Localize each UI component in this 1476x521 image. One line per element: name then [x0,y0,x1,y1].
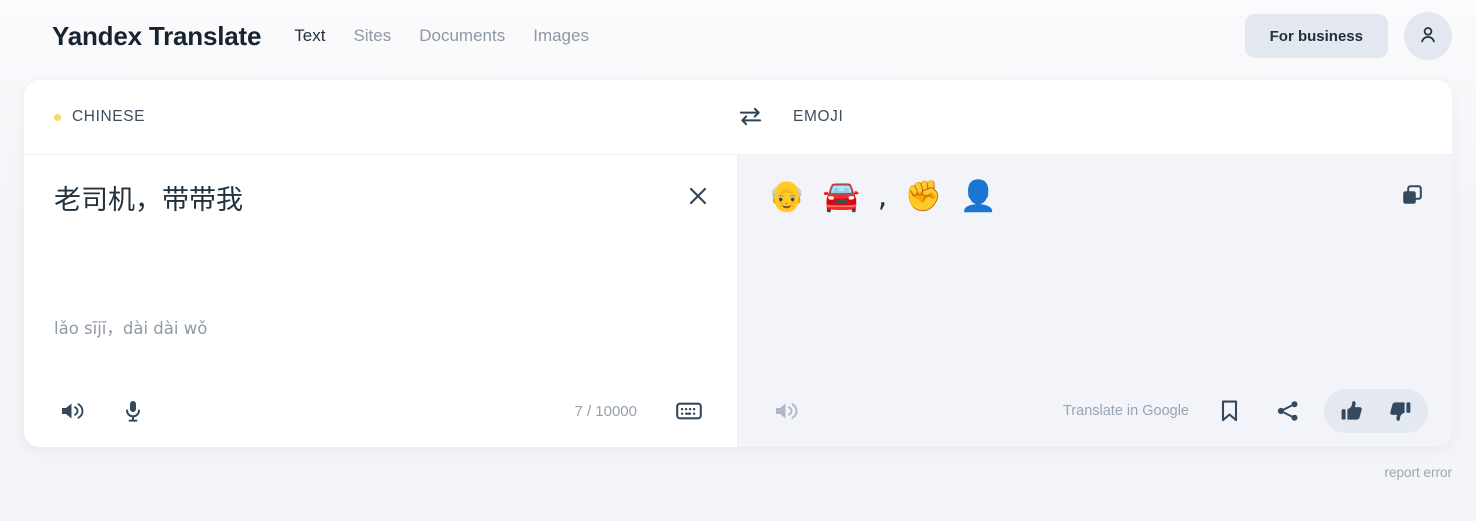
account-avatar-button[interactable] [1404,12,1452,60]
thumbs-down-button[interactable] [1386,397,1414,425]
target-language-label[interactable]: EMOJI [793,108,843,126]
nav-item-documents[interactable]: Documents [419,26,505,46]
microphone-icon [123,399,143,423]
source-language-selector[interactable]: CHINESE [24,80,738,154]
swap-languages-button[interactable] [738,106,763,129]
nav-item-images[interactable]: Images [533,26,589,46]
nav-item-text[interactable]: Text [294,26,325,46]
speaker-icon [773,400,798,422]
nav-item-sites[interactable]: Sites [353,26,391,46]
listen-translation-button[interactable] [768,395,803,427]
keyboard-icon [676,401,702,421]
source-text-input[interactable]: 老司机，带带我 [24,155,737,225]
for-business-button[interactable]: For business [1244,14,1388,58]
feedback-vote-group [1324,389,1428,433]
close-x-icon [687,187,709,210]
source-toolbar: 7 / 10000 [24,375,737,447]
thumbs-down-icon [1388,399,1412,423]
bookmark-button[interactable] [1215,394,1244,428]
translator-card: CHINESE EMOJI 老司机，带带我 lǎo sījī，dài dài w… [24,80,1452,447]
virtual-keyboard-button[interactable] [671,396,707,426]
translate-in-google-link[interactable]: Translate in Google [1063,403,1189,419]
source-language-dot-icon [54,113,61,121]
language-bar: CHINESE EMOJI [24,80,1452,155]
target-pane: 👴 🚘 , ✊ 👤 Translate in Google [738,155,1452,447]
target-text-output: 👴 🚘 , ✊ 👤 [768,179,1002,214]
character-counter: 7 / 10000 [574,402,637,420]
source-transcription: lǎo sījī，dài dài wǒ [54,319,208,338]
user-avatar-icon [1417,24,1439,49]
app-header: Yandex Translate Text Sites Documents Im… [0,0,1476,72]
brand-logo[interactable]: Yandex Translate [52,21,261,52]
share-button[interactable] [1271,394,1305,428]
target-language-area: EMOJI [738,80,843,154]
source-pane: 老司机，带带我 lǎo sījī，dài dài wǒ 7 / 10000 [24,155,738,447]
share-icon [1276,399,1300,423]
report-error-link[interactable]: report error [1384,465,1452,480]
listen-source-button[interactable] [54,395,89,427]
bookmark-icon [1220,399,1239,423]
thumbs-up-icon [1340,399,1364,423]
source-language-label: CHINESE [72,108,146,125]
copy-icon [1400,185,1424,210]
clear-source-button[interactable] [681,179,715,213]
main-nav: Text Sites Documents Images [294,26,589,46]
target-toolbar: Translate in Google [738,375,1452,447]
copy-translation-button[interactable] [1394,177,1430,213]
header-actions: For business [1244,12,1452,60]
voice-input-button[interactable] [118,394,148,428]
speaker-icon [59,400,84,422]
thumbs-up-button[interactable] [1338,397,1366,425]
swap-arrows-icon [738,106,763,129]
translation-panes: 老司机，带带我 lǎo sījī，dài dài wǒ 7 / 10000 👴 … [24,155,1452,447]
